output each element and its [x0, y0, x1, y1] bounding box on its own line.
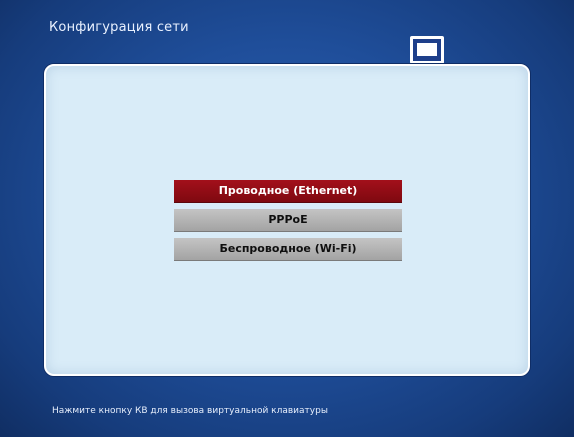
menu-item-ethernet[interactable]: Проводное (Ethernet) [174, 180, 402, 202]
menu-item-pppoe[interactable]: PPPoE [174, 209, 402, 231]
page-title: Конфигурация сети [49, 20, 189, 35]
connection-type-menu: Проводное (Ethernet) PPPoE Беспроводное … [174, 180, 402, 267]
footer-hint: Нажмите кнопку КВ для вызова виртуальной… [52, 406, 328, 416]
menu-item-wifi[interactable]: Беспроводное (Wi-Fi) [174, 238, 402, 260]
